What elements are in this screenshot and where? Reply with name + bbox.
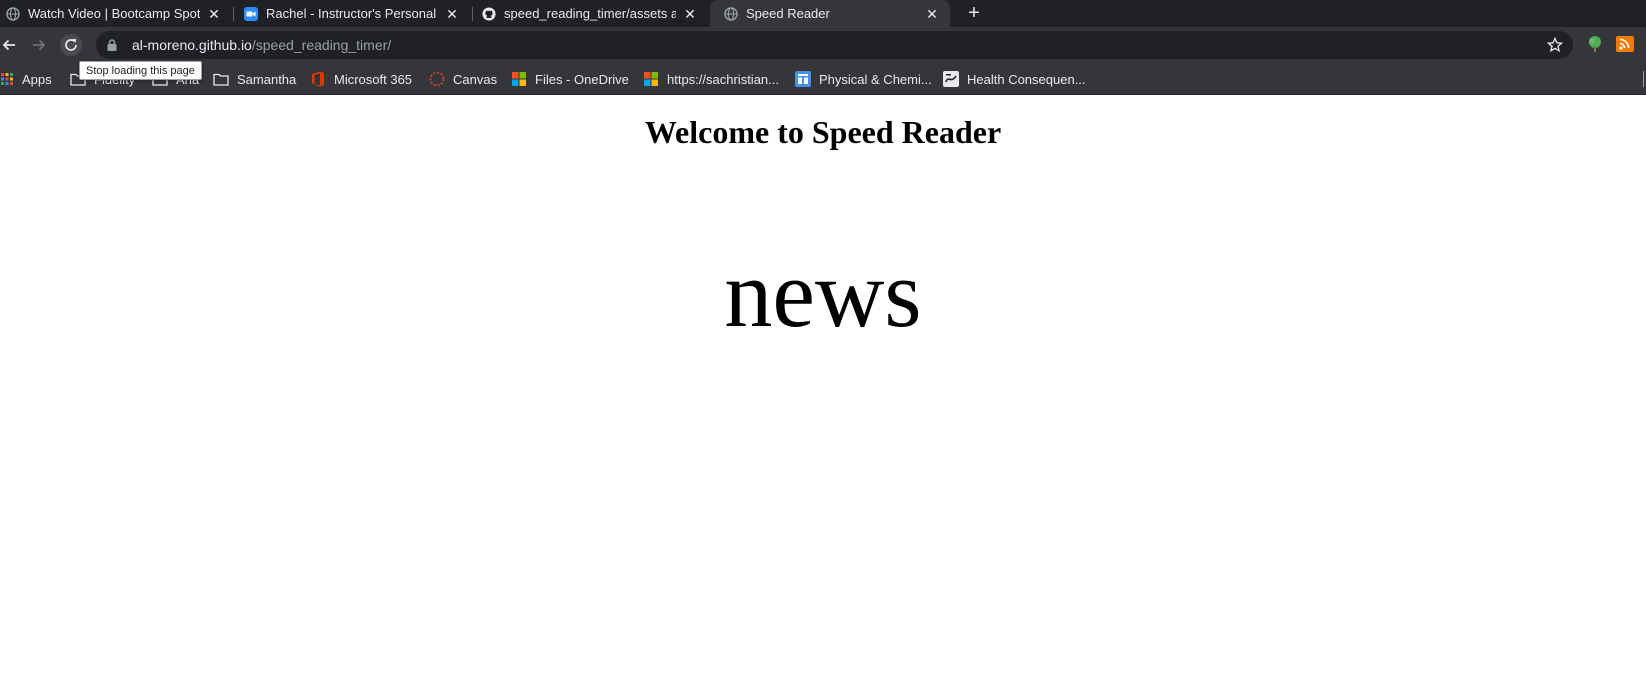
folder-icon (213, 71, 229, 87)
doc-icon (795, 71, 811, 87)
reload-tooltip: Stop loading this page (79, 61, 202, 80)
microsoft-icon (511, 71, 527, 87)
tab-separator (233, 7, 234, 21)
tab-zoom-meeting[interactable]: Rachel - Instructor's Personal M ✕ (238, 0, 470, 27)
bookmark-folder-samantha[interactable]: Samantha (213, 63, 296, 95)
page-heading: Welcome to Speed Reader (644, 114, 1002, 150)
back-arrow-icon (2, 39, 15, 51)
tab-github-assets[interactable]: speed_reading_timer/assets at ✕ (476, 0, 708, 27)
bookmark-health-consequences[interactable]: Health Consequen... (943, 63, 1086, 95)
bookmark-microsoft-365[interactable]: Microsoft 365 (310, 63, 412, 95)
bookmark-label: Physical & Chemi... (819, 71, 932, 87)
reload-icon (65, 38, 77, 51)
tree-extension-icon[interactable] (1586, 35, 1604, 53)
bookmark-physical-chemical[interactable]: Physical & Chemi... (795, 63, 932, 95)
address-bar[interactable]: al-moreno.github.io/speed_reading_timer/ (96, 31, 1573, 59)
bookmark-sachristian[interactable]: https://sachristian... (643, 63, 779, 95)
browser-toolbar: al-moreno.github.io/speed_reading_timer/ (0, 27, 1646, 63)
page-content: Welcome to Speed Reader news (0, 96, 1646, 678)
reload-button[interactable] (60, 34, 82, 56)
tab-title: speed_reading_timer/assets at (504, 6, 676, 21)
tab-separator (472, 7, 473, 21)
url-domain: al-moreno.github.io (132, 37, 252, 53)
bookmark-label: Apps (22, 71, 52, 87)
close-icon[interactable]: ✕ (682, 6, 698, 22)
apps-grid-icon (0, 71, 14, 87)
close-icon[interactable]: ✕ (444, 6, 460, 22)
bookmark-label: Samantha (237, 71, 297, 87)
bookmark-canvas[interactable]: Canvas (429, 63, 497, 95)
tab-bootcamp-video[interactable]: Watch Video | Bootcamp Spot ✕ (0, 0, 232, 27)
tab-title: Watch Video | Bootcamp Spot (28, 6, 200, 21)
close-icon[interactable]: ✕ (206, 6, 222, 22)
bookmark-label: Microsoft 365 (334, 71, 413, 87)
globe-icon (6, 6, 20, 21)
bookmark-label: Health Consequen... (967, 71, 1086, 87)
bookmark-apps[interactable]: Apps (0, 63, 52, 95)
new-tab-button[interactable]: + (963, 2, 985, 24)
forward-arrow-icon (33, 39, 46, 51)
tab-title: Rachel - Instructor's Personal M (266, 6, 438, 21)
zoom-video-icon (244, 6, 258, 21)
bookmark-label: Canvas (453, 71, 498, 87)
bookmark-label: Files - OneDrive (535, 71, 629, 87)
url-path: /speed_reading_timer/ (251, 37, 392, 53)
bookmark-star-icon[interactable] (1546, 36, 1564, 53)
close-icon[interactable]: ✕ (924, 6, 940, 22)
bookmarks-bar: Apps Fidelity Ana Samantha Microsoft 365… (0, 63, 1646, 95)
current-word-display: news (724, 240, 922, 347)
tab-title: Speed Reader (746, 6, 830, 21)
bookmarks-divider (1643, 71, 1644, 87)
microsoft-icon (643, 71, 659, 87)
office-icon (310, 71, 326, 87)
back-button[interactable] (0, 34, 20, 56)
lock-icon (106, 39, 118, 51)
rss-extension-icon[interactable] (1616, 35, 1634, 53)
tab-strip: Watch Video | Bootcamp Spot ✕ Rachel - I… (0, 0, 1646, 27)
canvas-icon (429, 71, 445, 87)
tab-speed-reader[interactable]: Speed Reader ✕ (710, 0, 950, 27)
bookmark-files-onedrive[interactable]: Files - OneDrive (511, 63, 629, 95)
forward-button[interactable] (28, 34, 50, 56)
bookmark-label: https://sachristian... (667, 71, 779, 87)
github-icon (482, 6, 496, 21)
url-text: al-moreno.github.io/speed_reading_timer/ (132, 37, 391, 53)
globe-icon (724, 6, 738, 21)
page-icon (943, 71, 959, 87)
